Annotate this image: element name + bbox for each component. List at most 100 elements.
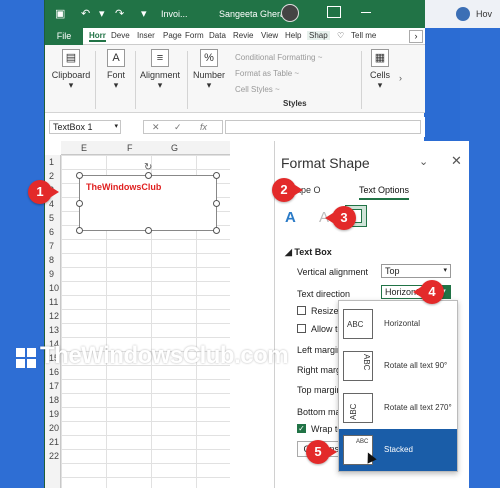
tab-home[interactable]: Horr bbox=[89, 31, 106, 42]
undo-icon[interactable]: ↶ bbox=[81, 7, 90, 20]
tab-page-layout[interactable]: Page bbox=[163, 31, 182, 40]
row-header[interactable]: 22 bbox=[49, 451, 59, 461]
formula-controls: ✕ ✓ fx bbox=[143, 120, 223, 134]
text-box-shape[interactable]: ↻ TheWindowsClub bbox=[76, 162, 220, 234]
redo-icon[interactable]: ↷ bbox=[115, 7, 124, 20]
ribbon-scroll-right-icon[interactable]: › bbox=[399, 73, 402, 83]
row-header[interactable]: 17 bbox=[49, 381, 59, 391]
cells-dropdown-icon: ▾ bbox=[377, 80, 383, 90]
row-header[interactable]: 1 bbox=[49, 157, 54, 167]
tab-review[interactable]: Revie bbox=[233, 31, 253, 40]
row-header[interactable]: 4 bbox=[49, 199, 54, 209]
windows-logo-icon bbox=[16, 348, 36, 368]
column-header[interactable]: F bbox=[127, 143, 133, 153]
tab-text-options[interactable]: Text Options bbox=[359, 185, 410, 200]
close-icon[interactable]: ✕ bbox=[451, 153, 462, 169]
user-name[interactable]: Sangeeta Ghera bbox=[219, 9, 285, 19]
qat-customize-icon[interactable]: ▾ bbox=[141, 7, 147, 20]
resize-handle[interactable] bbox=[213, 227, 220, 234]
lightbulb-icon[interactable]: ♡ bbox=[337, 31, 344, 40]
alignment-dropdown-icon: ▾ bbox=[157, 80, 163, 90]
row-header[interactable]: 13 bbox=[49, 325, 59, 335]
chevron-down-icon: ▾ bbox=[443, 267, 447, 274]
row-header[interactable]: 19 bbox=[49, 409, 59, 419]
option-rotate-90[interactable]: ABC Rotate all text 90° bbox=[339, 345, 457, 387]
row-header[interactable]: 7 bbox=[49, 241, 54, 251]
tabs-scroll-right-icon[interactable]: › bbox=[409, 30, 423, 43]
avatar[interactable] bbox=[281, 4, 299, 22]
ribbon-display-options-icon[interactable] bbox=[327, 6, 341, 18]
resize-handle[interactable] bbox=[213, 172, 220, 179]
styles-group-label: Styles bbox=[283, 99, 307, 108]
resize-handle[interactable] bbox=[145, 227, 152, 234]
row-header[interactable]: 12 bbox=[49, 311, 59, 321]
number-group[interactable]: % Number ▾ bbox=[189, 49, 229, 91]
minimize-icon[interactable] bbox=[361, 12, 371, 13]
pane-options-chevron-icon[interactable]: ⌄ bbox=[419, 155, 428, 168]
row-header[interactable]: 2 bbox=[49, 171, 54, 181]
rotate-90-preview-icon: ABC bbox=[343, 351, 373, 381]
tab-formulas[interactable]: Form bbox=[185, 31, 204, 40]
row-header[interactable]: 6 bbox=[49, 227, 54, 237]
background-browser-tab[interactable]: Hov bbox=[420, 0, 500, 28]
resize-handle[interactable] bbox=[145, 172, 152, 179]
ribbon-tabs: File Horr Deve Inser Page Form Data Revi… bbox=[45, 28, 425, 45]
tab-view[interactable]: View bbox=[261, 31, 278, 40]
name-box-dropdown-icon[interactable]: ▾ bbox=[114, 121, 118, 133]
row-header[interactable]: 20 bbox=[49, 423, 59, 433]
name-box[interactable]: TextBox 1 ▾ bbox=[49, 120, 121, 134]
cell-area[interactable]: ↻ TheWindowsClub bbox=[61, 155, 230, 488]
tab-insert[interactable]: Inser bbox=[137, 31, 155, 40]
row-header[interactable]: 21 bbox=[49, 437, 59, 447]
resize-handle[interactable] bbox=[76, 200, 83, 207]
clipboard-group[interactable]: ▤ Clipboard ▾ bbox=[51, 49, 91, 91]
text-direction-dropdown: ABC Horizontal ABC Rotate all text 90° A… bbox=[338, 300, 458, 472]
wrap-text-checkbox[interactable]: ✓ bbox=[297, 424, 306, 433]
column-header[interactable]: G bbox=[171, 143, 178, 153]
tab-data[interactable]: Data bbox=[209, 31, 226, 40]
left-margin-label: Left margin bbox=[297, 345, 343, 355]
option-rotate-270[interactable]: ABC Rotate all text 270° bbox=[339, 387, 457, 429]
formula-input[interactable] bbox=[225, 120, 421, 134]
save-icon[interactable]: ▣ bbox=[55, 7, 65, 20]
alignment-group[interactable]: ≡ Alignment ▾ bbox=[137, 49, 183, 91]
undo-dropdown-icon[interactable]: ▾ bbox=[99, 7, 105, 20]
cells-group[interactable]: ▦ Cells ▾ bbox=[365, 49, 395, 91]
row-header[interactable]: 8 bbox=[49, 255, 54, 265]
tab-file[interactable]: File bbox=[45, 28, 83, 45]
text-box-content[interactable]: TheWindowsClub bbox=[86, 182, 161, 192]
option-stacked[interactable]: ABC Stacked bbox=[339, 429, 457, 471]
tab-help[interactable]: Help bbox=[285, 31, 301, 40]
vertical-alignment-select[interactable]: Top ▾ bbox=[381, 264, 451, 278]
column-header[interactable]: E bbox=[81, 143, 87, 153]
allow-overflow-checkbox[interactable] bbox=[297, 324, 306, 333]
option-horizontal[interactable]: ABC Horizontal bbox=[339, 303, 457, 345]
format-as-table-button[interactable]: Format as Table ~ bbox=[235, 66, 322, 82]
row-header[interactable]: 9 bbox=[49, 269, 54, 279]
text-fill-outline-icon[interactable]: A bbox=[285, 209, 296, 226]
percent-icon: % bbox=[200, 49, 218, 67]
callout-2: 2 bbox=[272, 178, 303, 202]
font-group[interactable]: A Font ▾ bbox=[101, 49, 131, 91]
row-header[interactable]: 18 bbox=[49, 395, 59, 405]
tab-developer[interactable]: Deve bbox=[111, 31, 130, 40]
tab-shape-format[interactable]: Shap bbox=[307, 31, 330, 40]
cell-styles-button[interactable]: Cell Styles ~ bbox=[235, 82, 322, 98]
ribbon: ▤ Clipboard ▾ A Font ▾ ≡ Alignment ▾ % N… bbox=[45, 45, 425, 113]
resize-handle[interactable] bbox=[213, 200, 220, 207]
resize-handle[interactable] bbox=[76, 172, 83, 179]
tell-me-search[interactable]: Tell me bbox=[351, 31, 376, 40]
horizontal-preview-icon: ABC bbox=[343, 309, 373, 339]
resize-shape-checkbox[interactable] bbox=[297, 306, 306, 315]
conditional-formatting-button[interactable]: Conditional Formatting ~ bbox=[235, 50, 322, 66]
cancel-icon[interactable]: ✕ bbox=[152, 121, 160, 133]
section-text-box[interactable]: ◢ Text Box bbox=[285, 247, 332, 258]
resize-handle[interactable] bbox=[76, 227, 83, 234]
preview-text: ABC bbox=[362, 354, 371, 371]
row-header[interactable]: 5 bbox=[49, 213, 54, 223]
enter-icon[interactable]: ✓ bbox=[174, 121, 182, 133]
fx-icon[interactable]: fx bbox=[200, 121, 207, 133]
row-header[interactable]: 10 bbox=[49, 283, 59, 293]
callout-4: 4 bbox=[413, 280, 444, 304]
row-header[interactable]: 11 bbox=[49, 297, 58, 307]
